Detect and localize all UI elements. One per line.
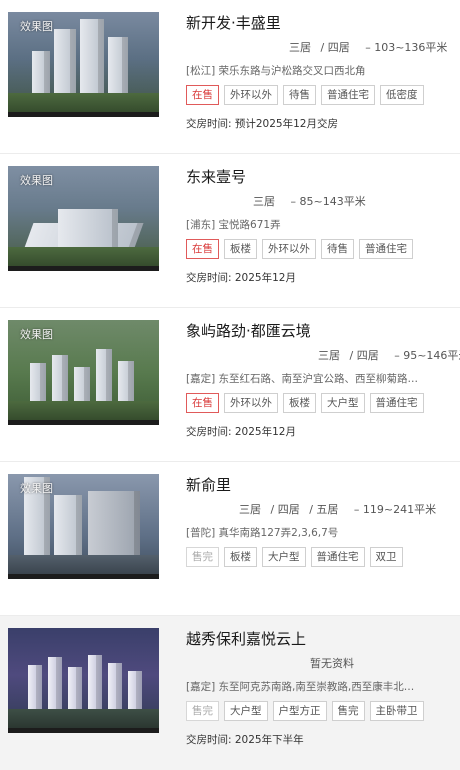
listing-title[interactable]: 越秀保利嘉悦云上 [186,628,306,649]
tag: 待售 [321,239,354,259]
delivery-time: 交房时间: 2025年12月 [186,272,296,284]
tag: 双卫 [369,547,403,567]
tag: 外环以外 [262,239,316,259]
listing-card[interactable]: 越秀保利嘉悦云上 暂无资料 [嘉定] 东至阿克苏南路,南至崇教路,西至康丰北… … [0,616,460,770]
image-caption: 效果图 [20,482,53,495]
tag-list: 售完 板楼 大户型 普通住宅 双卫 [186,547,403,567]
listing-address: [浦东] 宝悦路671弄 [186,219,281,231]
area-range: 暂无资料 [310,657,354,670]
tag-status: 在售 [186,393,219,413]
delivery-time: 交房时间: 预计2025年12月交房 [186,118,338,130]
tag-status: 售完 [186,701,219,721]
tag: 外环以外 [224,85,278,105]
tag: 大户型 [321,393,365,413]
listing-address: [嘉定] 东至阿克苏南路,南至崇教路,西至康丰北… [186,681,415,693]
listing-title[interactable]: 新俞里 [186,474,231,495]
tag: 外环以外 [224,393,278,413]
tag-list: 在售 板楼 外环以外 待售 普通住宅 [186,239,413,259]
layout-type: 三居 [318,349,340,362]
listing-card[interactable]: 效果图 象屿路劲·都匯云境 三居 / 四居 – 95~146平米 [嘉定] 东至… [0,308,460,462]
layout-info: 三居 – 85~143平米 [253,193,372,209]
layout-type: 三居 [253,195,275,208]
listing-image[interactable]: 效果图 [8,474,159,579]
tag: 大户型 [224,701,268,721]
tag: 普通住宅 [310,547,365,567]
tag-status: 在售 [186,239,219,259]
listing-image[interactable]: 效果图 [8,166,159,271]
layout-info: 三居 / 四居 / 五居 – 119~241平米 [239,501,442,517]
layout-type: / 四居 [270,503,300,516]
layout-info: 暂无资料 [310,655,360,671]
listing-card[interactable]: 效果图 东来壹号 三居 – 85~143平米 [浦东] 宝悦路671弄 在售 板… [0,154,460,308]
listing-title[interactable]: 东来壹号 [186,166,246,187]
listing-image[interactable]: 效果图 [8,12,159,117]
layout-info: 三居 / 四居 – 95~146平米 [318,347,460,363]
tag-status: 售完 [186,547,219,567]
listing-address: [普陀] 真华南路127弄2,3,6,7号 [186,527,339,539]
tag: 待售 [283,85,316,105]
tag-list: 售完 大户型 户型方正 售完 主卧带卫 [186,701,424,721]
tag: 大户型 [262,547,306,567]
layout-type: 三居 [239,503,261,516]
listing-title[interactable]: 新开发·丰盛里 [186,12,281,33]
delivery-time: 交房时间: 2025年下半年 [186,734,304,746]
tag: 板楼 [283,393,316,413]
tag-list: 在售 外环以外 待售 普通住宅 低密度 [186,85,424,105]
area-range: – 85~143平米 [290,195,366,208]
listing-image[interactable]: 效果图 [8,320,159,425]
area-range: – 95~146平米 [394,349,460,362]
layout-type: / 五居 [309,503,339,516]
layout-type: / 四居 [320,41,350,54]
tag-list: 在售 外环以外 板楼 大户型 普通住宅 [186,393,424,413]
listing-card[interactable]: 效果图 新俞里 三居 / 四居 / 五居 – 119~241平米 [普陀] 真华… [0,462,460,616]
tag: 板楼 [224,547,257,567]
tag: 主卧带卫 [369,701,424,721]
area-range: – 119~241平米 [353,503,437,516]
tag: 普通住宅 [369,393,424,413]
tag: 售完 [331,701,365,721]
listing-image[interactable] [8,628,159,733]
tag: 低密度 [380,85,424,105]
image-caption: 效果图 [20,328,53,341]
area-range: – 103~136平米 [365,41,448,54]
image-caption: 效果图 [20,174,53,187]
tag: 普通住宅 [321,85,375,105]
listing-address: [嘉定] 东至红石路、南至沪宜公路、西至柳菊路… [186,373,419,385]
listing-title[interactable]: 象屿路劲·都匯云境 [186,320,311,341]
layout-type: / 四居 [349,349,379,362]
listing-card[interactable]: 效果图 新开发·丰盛里 三居 / 四居 – 103~136平米 [松江] 荣乐东… [0,0,460,154]
delivery-time: 交房时间: 2025年12月 [186,426,296,438]
tag-status: 在售 [186,85,219,105]
layout-type: 三居 [289,41,311,54]
listing-address: [松江] 荣乐东路与沪松路交叉口西北角 [186,65,366,77]
image-caption: 效果图 [20,20,53,33]
tag: 户型方正 [272,701,327,721]
tag: 板楼 [224,239,257,259]
listing-list: 效果图 新开发·丰盛里 三居 / 四居 – 103~136平米 [松江] 荣乐东… [0,0,460,770]
layout-info: 三居 / 四居 – 103~136平米 [289,39,453,55]
tag: 普通住宅 [359,239,413,259]
